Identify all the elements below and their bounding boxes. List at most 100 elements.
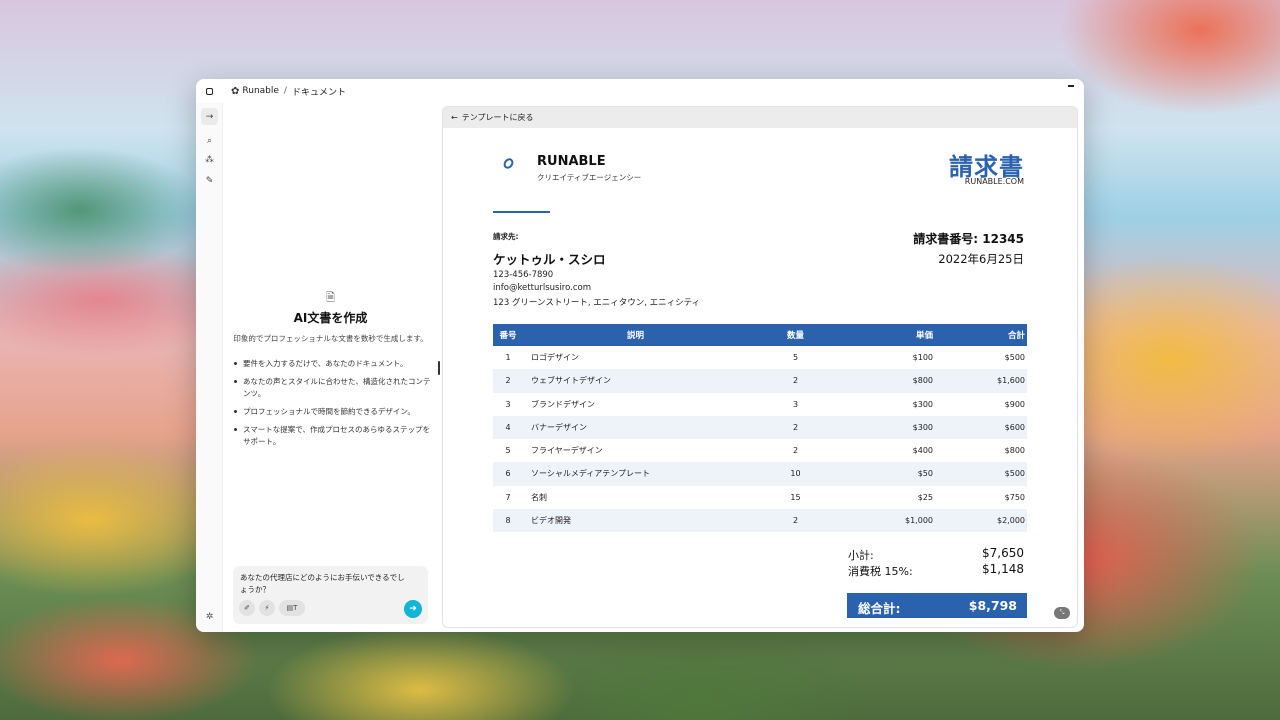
app-name[interactable]: Runable <box>242 86 279 96</box>
row-unit-price: $800 <box>843 369 935 393</box>
row-total: $2,000 <box>935 508 1027 532</box>
send-button[interactable]: ➜ <box>404 600 422 618</box>
row-total: $900 <box>1004 399 1025 409</box>
row-number: 5 <box>505 446 511 456</box>
title-bar: ✿ Runable / ドキュメント <box>196 79 1084 103</box>
icon-rail: → ⌕ ⁂ ✎ ✲ <box>196 103 223 632</box>
table-header-row: 番号 説明 数量 単価 合計 <box>493 324 1027 346</box>
collapse-icon[interactable]: ⤡ <box>1054 607 1070 619</box>
row-number: 4 <box>493 415 523 439</box>
minimize-icon[interactable] <box>1068 85 1074 87</box>
table-row: 5 フライヤーデザイン 2 $400 $800 <box>493 439 1027 462</box>
app-window: ✿ Runable / ドキュメント → ⌕ ⁂ ✎ ✲ 🗎 AI文書を作成 印… <box>196 79 1084 632</box>
row-unit-price: $25 <box>917 492 933 502</box>
breadcrumb-section[interactable]: ドキュメント <box>292 85 346 98</box>
document-preview: ← テンプレートに戻る RUNABLE クリエイティブエージェンシー 請求書 R… <box>442 106 1078 628</box>
row-description: バナーデザイン <box>523 415 748 439</box>
row-unit-price: $400 <box>912 446 933 456</box>
table-row: 4 バナーデザイン 2 $300 $600 <box>493 415 1027 439</box>
brand-logo-icon <box>501 156 516 171</box>
attach-icon[interactable]: ✐ <box>239 600 255 616</box>
back-label: テンプレートに戻る <box>461 113 534 122</box>
row-description: ソーシャルメディアテンプレート <box>523 462 748 486</box>
row-number: 6 <box>493 462 523 486</box>
search-icon[interactable]: ⌕ <box>201 132 218 149</box>
client-address: 123 グリーンストリート, エニィタウン, エニィシティ <box>493 298 701 308</box>
brand-subtitle: クリエイティブエージェンシー <box>537 173 642 182</box>
row-number: 3 <box>505 399 511 409</box>
invoice-site: RUNABLE.COM <box>964 177 1024 186</box>
workflow-icon[interactable]: ⁂ <box>201 151 218 168</box>
panel-resize-handle[interactable] <box>438 361 440 375</box>
brand-name: RUNABLE <box>537 154 606 169</box>
grand-total-value: $8,798 <box>968 598 1017 613</box>
column-header: 数量 <box>748 324 843 346</box>
runable-logo-icon: ✿ <box>231 85 240 97</box>
bill-to-label: 請求先: <box>493 232 519 241</box>
row-quantity: 2 <box>748 415 843 439</box>
row-quantity: 2 <box>748 369 843 393</box>
row-quantity: 3 <box>792 399 799 409</box>
subtotal-label: 小計: <box>848 549 874 562</box>
back-arrow-icon: ← <box>451 113 458 122</box>
table-row: 2 ウェブサイトデザイン 2 $800 $1,600 <box>493 369 1027 393</box>
format-toggle[interactable]: ▤ T <box>279 600 305 616</box>
row-number: 7 <box>505 492 511 502</box>
client-phone: 123-456-7890 <box>493 270 554 280</box>
left-panel: 🗎 AI文書を作成 印象的でプロフェッショナルな文書を数秒で生成します。 要件を… <box>224 103 437 632</box>
feature-list: 要件を入力するだけで、あなたのドキュメント。 あなたの声とスタイルに合わせた、構… <box>234 358 434 454</box>
grand-total-label: 総合計: <box>858 601 901 616</box>
new-task-icon[interactable]: ✎ <box>201 172 218 189</box>
row-quantity: 15 <box>790 492 801 502</box>
client-name: ケットゥル・スシロ <box>493 252 606 267</box>
tax-value: $1,148 <box>982 562 1024 576</box>
table-row: 7 名刺 15 $25 $750 <box>493 486 1027 509</box>
row-unit-price: $300 <box>843 415 935 439</box>
row-total: $600 <box>935 415 1027 439</box>
row-description: 名刺 <box>531 492 547 502</box>
magic-wand-icon[interactable]: ⚡ <box>259 600 275 616</box>
brand-divider <box>493 211 550 213</box>
row-number: 2 <box>493 369 523 393</box>
row-number: 1 <box>505 353 511 363</box>
table-row: 1 ロゴデザイン 5 $100 $500 <box>493 346 1027 369</box>
tax-label: 消費税 15%: <box>848 565 913 578</box>
row-description: ウェブサイトデザイン <box>523 369 748 393</box>
row-total: $800 <box>1004 446 1025 456</box>
expand-arrow-icon[interactable]: → <box>201 108 218 125</box>
chat-input-box[interactable]: あなたの代理店にどのようにお手伝いできるでしょうか？ ✐ ⚡ ▤ T ➜ <box>233 566 428 624</box>
client-email: info@ketturlsusiro.com <box>493 283 592 293</box>
column-header: 番号 <box>493 324 523 346</box>
panel-description: 印象的でプロフェッショナルな文書を数秒で生成します。 <box>233 334 428 343</box>
row-description: ブランドデザイン <box>531 399 595 409</box>
document-icon: 🗎 <box>326 291 335 304</box>
row-unit-price: $50 <box>843 462 935 486</box>
row-unit-price: $300 <box>912 399 933 409</box>
row-description: ビデオ開発 <box>523 508 748 532</box>
invoice-table: 番号 説明 数量 単価 合計 1 ロゴデザイン 5 $100 $500 2 ウェ <box>493 324 1027 532</box>
panel-title: AI文書を作成 <box>293 311 368 325</box>
feature-item: あなたの声とスタイルに合わせた、構造化されたコンテンツ。 <box>234 376 434 400</box>
sidebar-toggle-icon[interactable] <box>206 87 213 95</box>
settings-icon[interactable]: ✲ <box>201 608 218 625</box>
breadcrumb-separator: / <box>283 86 287 96</box>
invoice-number: 請求書番号: 12345 <box>913 232 1024 246</box>
column-header: 単価 <box>843 324 935 346</box>
table-row: 3 ブランドデザイン 3 $300 $900 <box>493 393 1027 416</box>
table-row: 6 ソーシャルメディアテンプレート 10 $50 $500 <box>493 462 1027 486</box>
row-total: $1,600 <box>935 369 1027 393</box>
row-quantity: 2 <box>792 446 799 456</box>
row-number: 8 <box>493 508 523 532</box>
row-total: $750 <box>1004 492 1025 502</box>
subtotal-value: $7,650 <box>982 546 1024 560</box>
row-quantity: 10 <box>748 462 843 486</box>
back-to-templates-link[interactable]: ← テンプレートに戻る <box>443 107 1077 128</box>
column-header: 合計 <box>935 324 1027 346</box>
row-total: $500 <box>1004 353 1025 363</box>
row-total: $500 <box>935 462 1027 486</box>
row-description: ロゴデザイン <box>531 353 579 363</box>
feature-item: スマートな提案で、作成プロセスのあらゆるステップをサポート。 <box>234 424 434 448</box>
row-quantity: 5 <box>792 353 799 363</box>
chat-input[interactable]: あなたの代理店にどのようにお手伝いできるでしょうか？ <box>240 572 410 596</box>
column-header: 説明 <box>523 324 748 346</box>
